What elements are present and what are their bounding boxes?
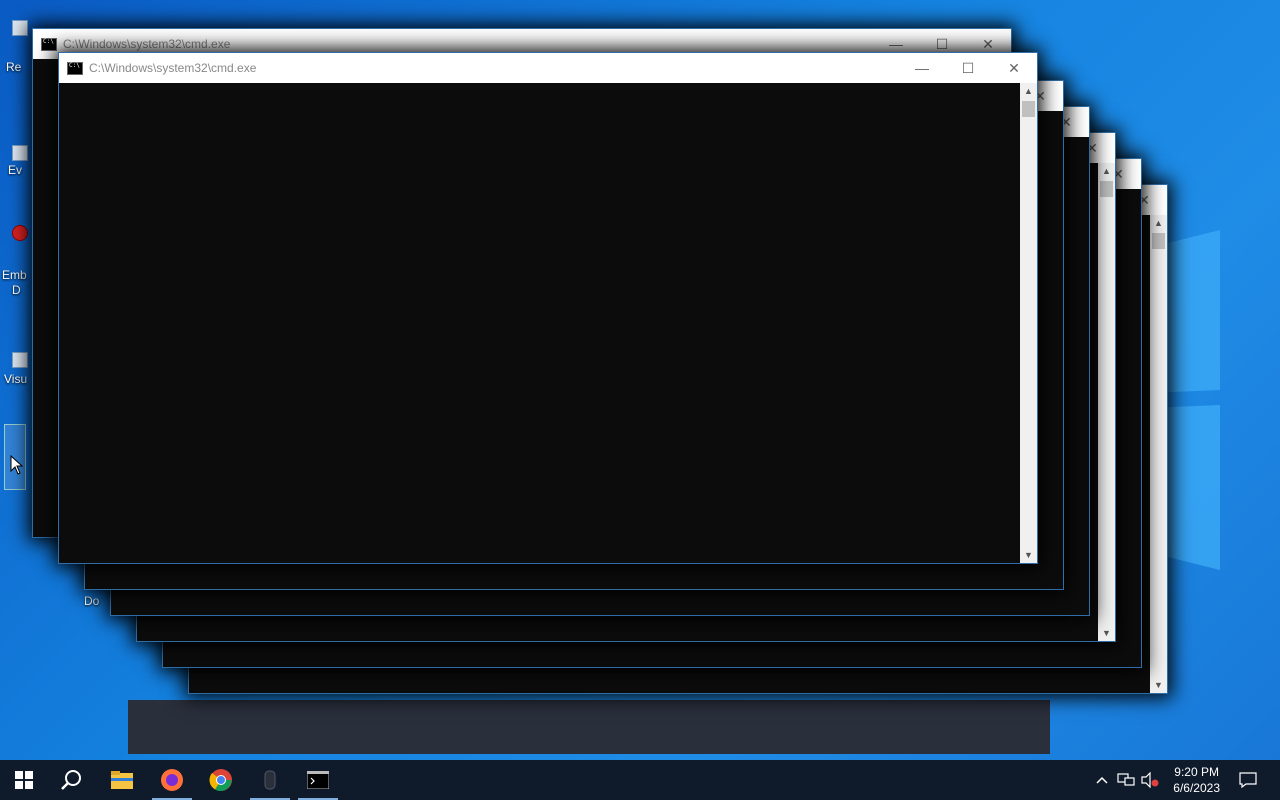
- volume-button[interactable]: [1138, 760, 1162, 800]
- app-button[interactable]: [246, 760, 294, 800]
- desktop-icon-label: Visu: [4, 372, 28, 386]
- scrollbar[interactable]: ▲ ▼: [1020, 83, 1037, 563]
- scroll-thumb[interactable]: [1100, 181, 1113, 197]
- scroll-up-button[interactable]: ▲: [1150, 215, 1167, 231]
- app-icon: [264, 770, 276, 790]
- file-explorer-button[interactable]: [98, 760, 146, 800]
- desktop-icon-label: Ev: [8, 163, 23, 177]
- window-title: C:\Windows\system32\cmd.exe: [89, 61, 257, 75]
- scroll-down-button[interactable]: ▼: [1150, 677, 1167, 693]
- recycle-bin-icon[interactable]: [12, 20, 28, 36]
- desktop-icon-label: Do: [84, 594, 100, 608]
- notification-icon: [1239, 772, 1257, 788]
- chrome-button[interactable]: [197, 760, 245, 800]
- title-bar[interactable]: C:\Windows\system32\cmd.exe — ☐ ✕: [59, 53, 1037, 83]
- start-button[interactable]: [0, 760, 48, 800]
- clock-time: 9:20 PM: [1174, 765, 1219, 779]
- chevron-up-icon: [1096, 776, 1108, 784]
- clock-date: 6/6/2023: [1173, 781, 1220, 795]
- close-button[interactable]: ✕: [991, 53, 1037, 83]
- desktop-icon-label: D: [12, 283, 21, 297]
- maximize-button[interactable]: ☐: [945, 53, 991, 83]
- scrollbar[interactable]: ▲ ▼: [1150, 215, 1167, 693]
- window-title: C:\Windows\system32\cmd.exe: [63, 37, 231, 51]
- terminal-icon: [307, 771, 329, 789]
- cmd-taskbar-button[interactable]: [294, 760, 342, 800]
- desktop: Re Ev Emb D Visu Do ✕ ▲ ▼ ✕ ☐ ✕ ▲ ▼: [0, 0, 1280, 760]
- notifications-button[interactable]: [1236, 760, 1260, 800]
- scroll-down-button[interactable]: ▼: [1020, 547, 1037, 563]
- cmd-icon: [41, 38, 57, 51]
- desktop-icon-label: Emb: [2, 268, 27, 282]
- app-shortcut-icon[interactable]: [12, 225, 28, 241]
- search-button[interactable]: [48, 760, 96, 800]
- network-button[interactable]: [1114, 760, 1138, 800]
- firefox-icon: [161, 769, 183, 791]
- search-icon: [61, 770, 81, 790]
- show-hidden-icons-button[interactable]: [1090, 760, 1114, 800]
- shortcut-icon[interactable]: [12, 145, 28, 161]
- background-window-ghost: [128, 700, 1050, 754]
- taskbar: 9:20 PM 6/6/2023: [0, 760, 1280, 800]
- desktop-icon-label: Re: [6, 60, 22, 74]
- cmd-icon: [67, 62, 83, 75]
- network-icon: [1117, 773, 1135, 786]
- cmd-window-front[interactable]: C:\Windows\system32\cmd.exe — ☐ ✕ ▲ ▼: [58, 52, 1038, 564]
- scroll-up-button[interactable]: ▲: [1020, 83, 1037, 99]
- scroll-thumb[interactable]: [1152, 233, 1165, 249]
- clock[interactable]: 9:20 PM 6/6/2023: [1173, 764, 1220, 796]
- scroll-thumb[interactable]: [1022, 101, 1035, 117]
- minimize-button[interactable]: —: [899, 53, 945, 83]
- scroll-down-button[interactable]: ▼: [1098, 625, 1115, 641]
- mouse-cursor-icon: [10, 455, 24, 475]
- folder-icon: [111, 771, 133, 789]
- windows-icon: [15, 771, 33, 789]
- scrollbar[interactable]: ▲ ▼: [1098, 163, 1115, 641]
- firefox-button[interactable]: [148, 760, 196, 800]
- chrome-icon: [209, 769, 232, 791]
- scroll-up-button[interactable]: ▲: [1098, 163, 1115, 179]
- visual-studio-shortcut-icon[interactable]: [12, 352, 28, 368]
- volume-muted-icon: [1141, 772, 1159, 788]
